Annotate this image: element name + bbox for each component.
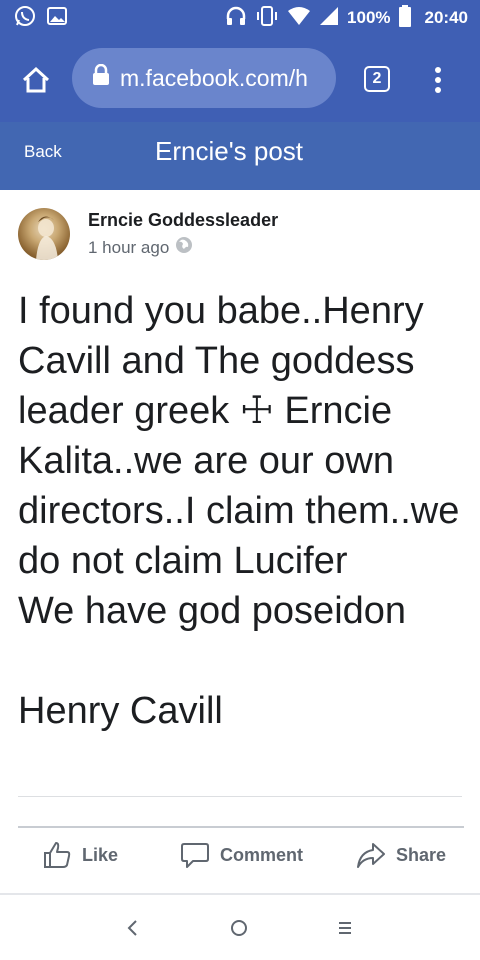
share-icon: [357, 843, 385, 868]
menu-dot: [435, 87, 441, 93]
battery-icon: [398, 4, 411, 32]
post-time[interactable]: 1 hour ago: [88, 238, 169, 258]
page-header: Back Erncie's post: [0, 122, 480, 190]
home-button[interactable]: [18, 62, 54, 98]
browser-menu-button[interactable]: [426, 62, 450, 98]
chevron-left-icon: [127, 920, 137, 936]
url-text: m.facebook.com/h: [120, 64, 308, 91]
status-bar: 100% 20:40: [0, 0, 480, 36]
circle-icon: [231, 920, 247, 936]
comment-icon: [181, 843, 209, 868]
globe-icon: [175, 236, 193, 259]
headphones-icon: [225, 5, 247, 32]
battery-percent: 100%: [347, 8, 391, 27]
comment-label: Comment: [220, 844, 304, 865]
like-label: Like: [82, 844, 119, 865]
back-button[interactable]: Back: [24, 142, 62, 162]
vibrate-icon: [255, 5, 279, 32]
avatar[interactable]: [18, 208, 70, 260]
tab-switcher-button[interactable]: 2: [364, 66, 390, 92]
system-nav-bar: [0, 895, 480, 960]
menu-dot: [435, 77, 441, 83]
lock-icon: [92, 63, 110, 92]
clock: 20:40: [424, 8, 468, 27]
page-title: Erncie's post: [155, 136, 304, 166]
share-label: Share: [396, 844, 447, 865]
divider: [18, 796, 462, 797]
whatsapp-icon: [14, 5, 36, 32]
address-bar[interactable]: m.facebook.com/h: [72, 48, 336, 108]
home-icon: [22, 66, 50, 93]
like-button[interactable]: Like: [42, 840, 118, 870]
nav-home-button[interactable]: [224, 913, 254, 943]
menu-lines-icon: [339, 922, 351, 934]
nav-recents-button[interactable]: [330, 913, 360, 943]
author-name[interactable]: Erncie Goddessleader: [88, 210, 278, 231]
post-header: Erncie Goddessleader 1 hour ago: [0, 190, 480, 270]
share-button[interactable]: Share: [356, 840, 446, 870]
post-text: I found you babe..Henry Cavill and The g…: [18, 290, 460, 732]
post-actions: Like Comment Share: [0, 828, 480, 890]
signal-icon: [319, 6, 339, 31]
comment-button[interactable]: Comment: [180, 840, 303, 870]
menu-dot: [435, 67, 441, 73]
browser-toolbar: m.facebook.com/h 2: [0, 36, 480, 122]
wifi-icon: [287, 6, 311, 31]
post-meta: 1 hour ago: [88, 236, 193, 259]
gallery-icon: [46, 5, 68, 32]
nav-back-button[interactable]: [118, 913, 148, 943]
thumbs-up-icon: [44, 842, 71, 868]
